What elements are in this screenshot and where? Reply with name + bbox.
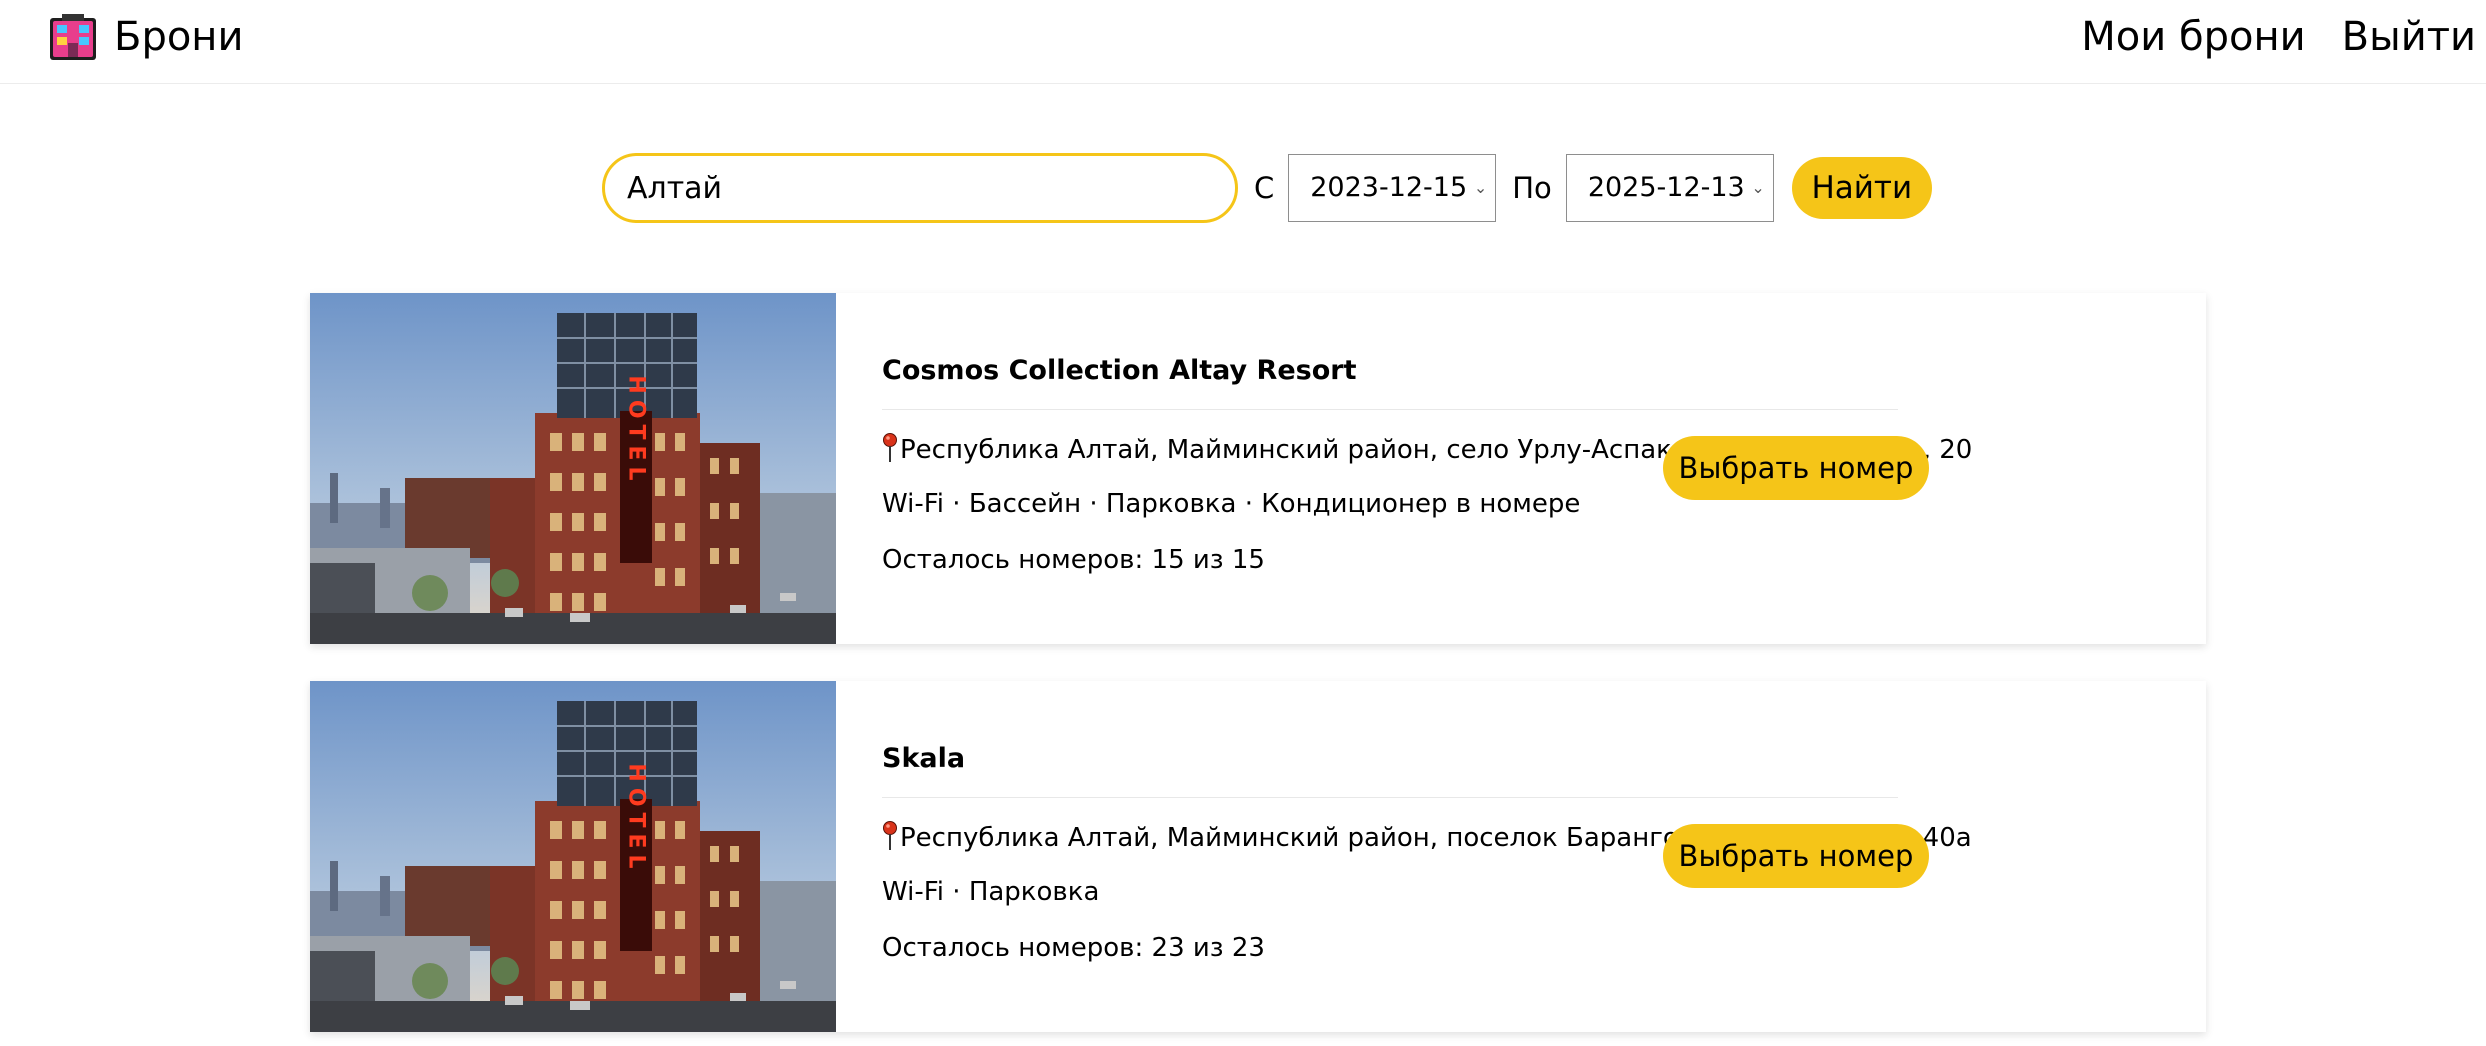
logout-link[interactable]: Выйти <box>2342 9 2476 65</box>
hotel-card: HOTEL Skala Республика Алтай, Майминский… <box>310 681 2206 1032</box>
chevron-down-icon: ⌄ <box>1751 178 1765 197</box>
hotel-amenities: Wi-Fi · Парковка <box>882 877 1100 907</box>
to-date-select[interactable]: 2025-12-13 ⌄ <box>1565 154 1774 222</box>
brand-label: Брони <box>114 14 244 60</box>
hotel-rooms-left: Осталось номеров: 23 из 23 <box>882 933 1265 963</box>
map-pin-icon <box>883 433 897 462</box>
map-pin-icon <box>883 821 897 850</box>
select-room-button[interactable]: Выбрать номер <box>1663 824 1929 888</box>
my-bookings-link[interactable]: Мои брони <box>2081 9 2305 65</box>
to-date-label: По <box>1512 171 1552 205</box>
svg-text:HOTEL: HOTEL <box>624 375 649 486</box>
hotel-card: HOTEL Cosmos Collection Altay Resort Рес… <box>310 293 2206 644</box>
from-date-label: С <box>1254 171 1275 205</box>
find-button[interactable]: Найти <box>1791 157 1932 219</box>
header-nav: Мои брони Выйти <box>2081 9 2476 65</box>
select-room-button[interactable]: Выбрать номер <box>1663 436 1929 500</box>
brand-link[interactable]: Брони <box>48 9 243 65</box>
svg-text:HOTEL: HOTEL <box>624 763 649 874</box>
hotel-amenities: Wi-Fi · Бассейн · Парковка · Кондиционер… <box>882 489 1581 519</box>
top-navbar: Брони Мои брони Выйти <box>0 0 2486 84</box>
hotel-photo: HOTEL <box>310 681 836 1032</box>
chevron-down-icon: ⌄ <box>1473 178 1488 197</box>
from-date-select[interactable]: 2023-12-15 ⌄ <box>1288 154 1497 222</box>
search-input[interactable] <box>602 153 1238 223</box>
hotel-card-body: Cosmos Collection Altay Resort Республик… <box>870 293 2196 644</box>
hotel-photo: HOTEL <box>310 293 836 644</box>
divider <box>882 409 1898 410</box>
hotel-name: Cosmos Collection Altay Resort <box>882 355 1357 386</box>
divider <box>882 797 1898 798</box>
hotel-building-emoji-icon <box>50 14 96 60</box>
hotel-rooms-left: Осталось номеров: 15 из 15 <box>882 545 1265 575</box>
hotel-name: Skala <box>882 743 966 774</box>
search-form: С 2023-12-15 ⌄ По 2025-12-13 ⌄ Найти <box>602 153 1932 223</box>
hotel-card-body: Skala Республика Алтай, Майминский район… <box>870 681 2196 1032</box>
to-date-value: 2025-12-13 <box>1587 172 1745 203</box>
from-date-value: 2023-12-15 <box>1310 172 1468 203</box>
